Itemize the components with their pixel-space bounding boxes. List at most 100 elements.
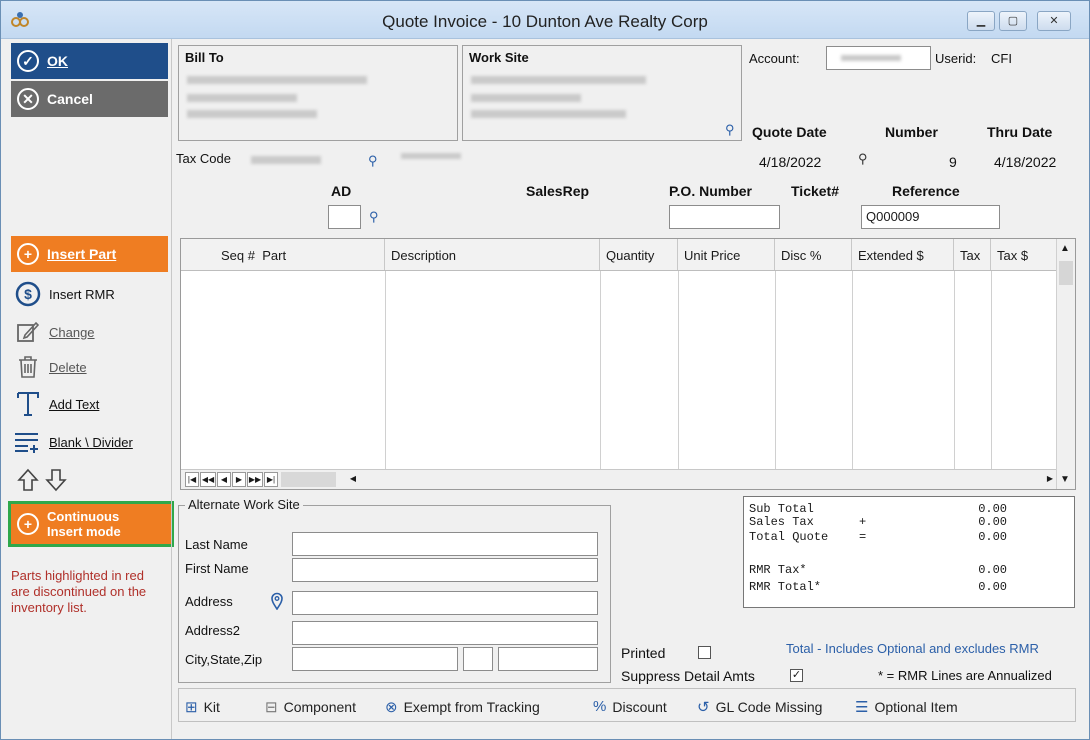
printed-label: Printed — [621, 645, 666, 661]
address-field[interactable] — [292, 591, 598, 615]
col-tax[interactable]: Tax — [954, 239, 991, 270]
search-icon[interactable]: ⚲ — [369, 209, 383, 224]
text-t-icon — [13, 390, 43, 418]
col-extended[interactable]: Extended $ — [852, 239, 954, 270]
blank-divider-button[interactable]: Blank \ Divider — [13, 427, 133, 457]
col-tax-amount[interactable]: Tax $ — [991, 239, 1051, 270]
insert-part-button[interactable]: + Insert Part — [11, 236, 168, 272]
thru-date-label: Thru Date — [987, 124, 1053, 140]
thru-date-value[interactable]: 4/18/2022 — [994, 154, 1056, 170]
insert-rmr-button[interactable]: $ Insert RMR — [13, 279, 115, 309]
col-disc[interactable]: Disc % — [775, 239, 852, 270]
add-text-label: Add Text — [49, 396, 100, 412]
redacted-text — [187, 110, 317, 118]
title-bar: Quote Invoice - 10 Dunton Ave Realty Cor… — [1, 1, 1089, 39]
tax-code-label: Tax Code — [176, 151, 231, 166]
optional-legend: ☰ Optional Item — [855, 698, 958, 716]
city-field[interactable] — [292, 647, 458, 671]
bill-to-box[interactable]: Bill To — [178, 45, 458, 141]
redacted-text — [187, 94, 297, 102]
exempt-icon: ⊗ — [385, 699, 398, 716]
col-seq-part[interactable]: Seq # Part — [181, 239, 385, 270]
col-line — [600, 271, 601, 469]
search-icon[interactable]: ⚲ — [725, 122, 739, 137]
first-record-button[interactable]: |◀ — [185, 472, 199, 487]
cancel-button[interactable]: ✕ Cancel — [11, 81, 168, 117]
last-name-label: Last Name — [185, 537, 248, 552]
panel-divider — [171, 39, 172, 739]
plus-circle-icon: + — [17, 243, 39, 265]
next-record-button[interactable]: ▶ — [232, 472, 246, 487]
first-name-label: First Name — [185, 561, 249, 576]
work-site-box[interactable]: Work Site ⚲ — [462, 45, 742, 141]
scroll-right-button[interactable]: ▶ — [1043, 472, 1057, 487]
v-scroll-thumb[interactable] — [1059, 261, 1073, 285]
printed-checkbox[interactable] — [698, 646, 711, 659]
prev-page-button[interactable]: ◀◀ — [200, 472, 216, 487]
address2-field[interactable] — [292, 621, 598, 645]
arrow-down-icon[interactable] — [45, 468, 67, 492]
reference-value: Q000009 — [866, 209, 920, 224]
optional-label: Optional Item — [874, 699, 958, 715]
scroll-down-icon[interactable]: ▼ — [1060, 474, 1070, 485]
number-value: 9 — [949, 154, 957, 170]
close-button[interactable]: ✕ — [1037, 11, 1071, 31]
rmr-tax-value: 0.00 — [978, 563, 1007, 577]
ticket-label: Ticket# — [791, 183, 839, 199]
ad-field[interactable] — [328, 205, 361, 229]
search-icon[interactable]: ⚲ — [858, 151, 872, 166]
col-line — [852, 271, 853, 469]
po-number-field[interactable] — [669, 205, 780, 229]
scroll-up-icon[interactable]: ▲ — [1060, 243, 1070, 254]
redacted-text — [471, 76, 646, 84]
continuous-insert-button[interactable]: + Continuous Insert mode — [11, 504, 171, 544]
last-name-field[interactable] — [292, 532, 598, 556]
col-line — [954, 271, 955, 469]
ok-button[interactable]: ✓ OK — [11, 43, 168, 79]
col-quantity[interactable]: Quantity — [600, 239, 678, 270]
first-name-field[interactable] — [292, 558, 598, 582]
state-field[interactable] — [463, 647, 493, 671]
account-field[interactable] — [826, 46, 931, 70]
ok-label: OK — [47, 53, 68, 69]
col-unit-price[interactable]: Unit Price — [678, 239, 775, 270]
trash-icon — [13, 353, 43, 381]
kit-label: Kit — [203, 699, 220, 715]
grid-navigator: |◀ ◀◀ ◀ ▶ ▶▶ ▶| ◀ ▶ — [181, 469, 1057, 489]
grid-vertical-scrollbar[interactable]: ▲ ▼ — [1056, 239, 1075, 489]
delete-button[interactable]: Delete — [13, 352, 87, 382]
last-record-button[interactable]: ▶| — [264, 472, 278, 487]
reference-label: Reference — [892, 183, 960, 199]
total-quote-row: Total Quote = 0.00 — [749, 528, 1069, 546]
divider-icon — [13, 428, 43, 456]
discontinued-note: Parts highlighted in red are discontinue… — [11, 568, 147, 615]
plus-circle-icon: + — [17, 513, 39, 535]
minimize-button[interactable]: ▁ — [967, 11, 995, 31]
suppress-detail-checkbox[interactable]: ✓ — [790, 669, 803, 682]
reference-field[interactable]: Q000009 — [861, 205, 1000, 229]
quote-invoice-window: Quote Invoice - 10 Dunton Ave Realty Cor… — [0, 0, 1090, 740]
quote-lines-grid[interactable]: Seq # Part Description Quantity Unit Pri… — [180, 238, 1076, 490]
item-legend-bar: ⊞ Kit ⊟ Component ⊗ Exempt from Tracking % D… — [178, 688, 1076, 722]
quote-date-label: Quote Date — [752, 124, 827, 140]
zip-field[interactable] — [498, 647, 598, 671]
optional-list-icon: ☰ — [855, 699, 869, 716]
location-pin-icon[interactable] — [270, 592, 284, 610]
salesrep-label: SalesRep — [526, 183, 590, 199]
col-description[interactable]: Description — [385, 239, 600, 270]
search-icon[interactable]: ⚲ — [368, 153, 382, 168]
h-scroll-thumb[interactable] — [281, 472, 336, 487]
next-page-button[interactable]: ▶▶ — [247, 472, 263, 487]
arrow-up-icon[interactable] — [17, 468, 39, 492]
redacted-tax-code — [251, 156, 321, 164]
x-circle-icon: ✕ — [17, 88, 39, 110]
change-button[interactable]: Change — [13, 317, 95, 347]
maximize-button[interactable]: ▢ — [999, 11, 1027, 31]
move-arrows — [17, 468, 67, 492]
scroll-left-button[interactable]: ◀ — [346, 472, 360, 487]
col-seq: Seq # — [221, 248, 255, 263]
add-text-button[interactable]: Add Text — [13, 389, 99, 419]
prev-record-button[interactable]: ◀ — [217, 472, 231, 487]
userid-label: Userid: — [935, 51, 977, 66]
quote-date-value[interactable]: 4/18/2022 — [759, 154, 821, 170]
